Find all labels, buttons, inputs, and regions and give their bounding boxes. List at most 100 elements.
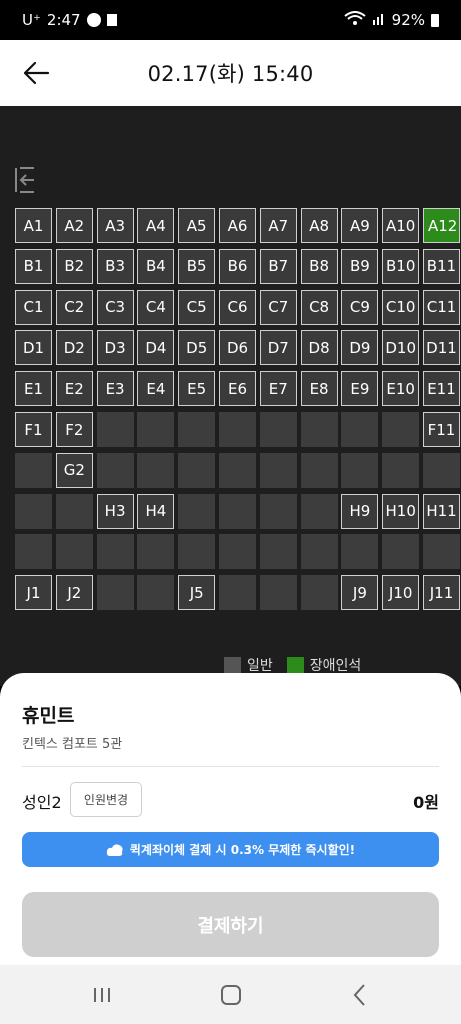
seat-b10[interactable]: B10 (382, 248, 420, 284)
seat-d11[interactable]: D11 (423, 330, 460, 366)
seat-e6[interactable]: E6 (219, 371, 256, 407)
seat-h9[interactable]: H9 (341, 493, 379, 529)
seat-empty (300, 534, 338, 570)
seat-empty (96, 575, 134, 611)
seat-empty (15, 534, 52, 570)
seat-b2[interactable]: B2 (55, 248, 93, 284)
seat-c6[interactable]: C6 (219, 289, 256, 325)
seat-a6[interactable]: A6 (219, 208, 256, 243)
seat-c7[interactable]: C7 (259, 289, 297, 325)
seat-d4[interactable]: D4 (137, 330, 175, 366)
seat-e9[interactable]: E9 (341, 371, 379, 407)
seat-a1[interactable]: A1 (15, 208, 52, 243)
recent-apps-icon[interactable] (92, 987, 112, 1003)
seat-b7[interactable]: B7 (259, 248, 297, 284)
seat-empty (96, 534, 134, 570)
seat-e10[interactable]: E10 (382, 371, 420, 407)
seat-a8[interactable]: A8 (300, 208, 338, 243)
seat-c9[interactable]: C9 (341, 289, 379, 325)
divider (22, 766, 439, 767)
signal-icon (372, 11, 386, 29)
seat-c3[interactable]: C3 (96, 289, 134, 325)
seat-d5[interactable]: D5 (178, 330, 216, 366)
header: 02.17(화) 15:40 (0, 40, 461, 106)
seat-empty (259, 452, 297, 488)
seat-c11[interactable]: C11 (423, 289, 460, 325)
home-icon[interactable] (221, 985, 241, 1005)
seat-c10[interactable]: C10 (382, 289, 420, 325)
promo-banner[interactable]: 퀵계좌이체 결제 시 0.3% 무제한 즉시할인! (22, 832, 439, 867)
seat-d7[interactable]: D7 (259, 330, 297, 366)
seat-d2[interactable]: D2 (55, 330, 93, 366)
seat-d3[interactable]: D3 (96, 330, 134, 366)
seat-empty (219, 575, 256, 611)
status-bar: U⁺ 2:47 92% (0, 0, 461, 40)
seat-h3[interactable]: H3 (96, 493, 134, 529)
back-button[interactable] (18, 58, 54, 88)
seat-c1[interactable]: C1 (15, 289, 52, 325)
seat-h4[interactable]: H4 (137, 493, 175, 529)
seat-b1[interactable]: B1 (15, 248, 52, 284)
seat-d6[interactable]: D6 (219, 330, 256, 366)
seat-b9[interactable]: B9 (341, 248, 379, 284)
seat-f2[interactable]: F2 (55, 412, 93, 447)
seat-j5[interactable]: J5 (178, 575, 216, 611)
collapse-panel-icon[interactable] (14, 166, 36, 194)
seat-d10[interactable]: D10 (382, 330, 420, 366)
seat-j11[interactable]: J11 (423, 575, 460, 611)
seat-a4[interactable]: A4 (137, 208, 175, 243)
seat-e7[interactable]: E7 (259, 371, 297, 407)
seat-b3[interactable]: B3 (96, 248, 134, 284)
legend: 일반 장애인석 (224, 655, 361, 675)
seat-b11[interactable]: B11 (423, 248, 460, 284)
seat-empty (55, 534, 93, 570)
seat-b6[interactable]: B6 (219, 248, 256, 284)
seat-empty (219, 452, 256, 488)
seat-a2[interactable]: A2 (55, 208, 93, 243)
seat-a10[interactable]: A10 (382, 208, 420, 243)
seat-d9[interactable]: D9 (341, 330, 379, 366)
seat-d8[interactable]: D8 (300, 330, 338, 366)
seat-empty (15, 452, 52, 488)
pay-button[interactable]: 결제하기 (22, 892, 439, 957)
seat-j2[interactable]: J2 (55, 575, 93, 611)
seat-h11[interactable]: H11 (423, 493, 460, 529)
seat-empty (300, 452, 338, 488)
seat-empty (259, 534, 297, 570)
seat-d1[interactable]: D1 (15, 330, 52, 366)
seat-e5[interactable]: E5 (178, 371, 216, 407)
seat-empty (259, 493, 297, 529)
seat-b8[interactable]: B8 (300, 248, 338, 284)
change-people-button[interactable]: 인원변경 (70, 782, 142, 817)
booking-sheet: 휴민트 킨텍스 컴포트 5관 성인2 인원변경 0원 퀵계좌이체 결제 시 0.… (0, 673, 461, 965)
seat-c8[interactable]: C8 (300, 289, 338, 325)
seat-e1[interactable]: E1 (15, 371, 52, 407)
seat-a5[interactable]: A5 (178, 208, 216, 243)
seat-e2[interactable]: E2 (55, 371, 93, 407)
total-price: 0원 (413, 793, 439, 812)
seat-a7[interactable]: A7 (259, 208, 297, 243)
seat-j1[interactable]: J1 (15, 575, 52, 611)
seat-b4[interactable]: B4 (137, 248, 175, 284)
seat-e3[interactable]: E3 (96, 371, 134, 407)
seat-g2[interactable]: G2 (55, 452, 93, 488)
seat-a9[interactable]: A9 (341, 208, 379, 243)
seat-empty (341, 412, 379, 447)
seat-j9[interactable]: J9 (341, 575, 379, 611)
seat-a3[interactable]: A3 (96, 208, 134, 243)
seat-c2[interactable]: C2 (55, 289, 93, 325)
seat-b5[interactable]: B5 (178, 248, 216, 284)
nav-back-icon[interactable] (352, 983, 366, 1007)
seat-c5[interactable]: C5 (178, 289, 216, 325)
seat-e8[interactable]: E8 (300, 371, 338, 407)
seat-empty (137, 575, 175, 611)
seat-j10[interactable]: J10 (382, 575, 420, 611)
seat-f1[interactable]: F1 (15, 412, 52, 447)
seat-c4[interactable]: C4 (137, 289, 175, 325)
seat-e11[interactable]: E11 (423, 371, 460, 407)
seat-a12[interactable]: A12 (423, 208, 460, 243)
seat-h10[interactable]: H10 (382, 493, 420, 529)
seat-f11[interactable]: F11 (423, 412, 460, 447)
seat-e4[interactable]: E4 (137, 371, 175, 407)
seat-empty (423, 534, 460, 570)
